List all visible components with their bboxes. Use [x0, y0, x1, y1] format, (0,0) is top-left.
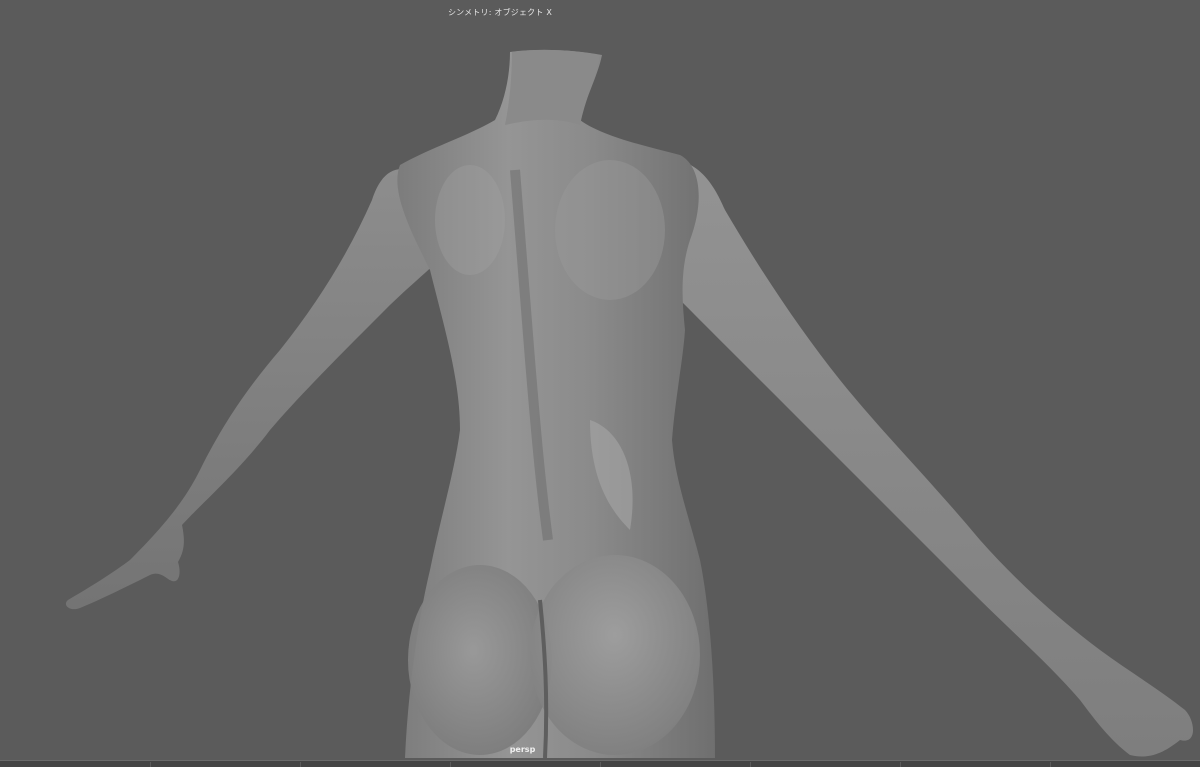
timeline-tick — [1050, 762, 1051, 767]
timeline-tick — [900, 762, 901, 767]
symmetry-status-label: シンメトリ: オブジェクト X — [447, 8, 553, 17]
timeline-tick — [450, 762, 451, 767]
camera-name-label: persp — [509, 745, 536, 754]
shoulder-blade-right — [555, 160, 665, 300]
timeline-tick — [300, 762, 301, 767]
left-arm — [65, 169, 440, 610]
timeline-strip[interactable] — [0, 760, 1200, 767]
shoulder-blade-left — [435, 165, 505, 275]
neck — [505, 49, 600, 125]
timeline-tick — [150, 762, 151, 767]
timeline-tick — [750, 762, 751, 767]
body-mesh-model[interactable] — [0, 0, 1200, 760]
right-buttock — [530, 555, 700, 755]
right-arm — [640, 157, 1194, 757]
perspective-viewport[interactable]: シンメトリ: オブジェクト X persp — [0, 0, 1200, 760]
timeline-tick — [600, 762, 601, 767]
